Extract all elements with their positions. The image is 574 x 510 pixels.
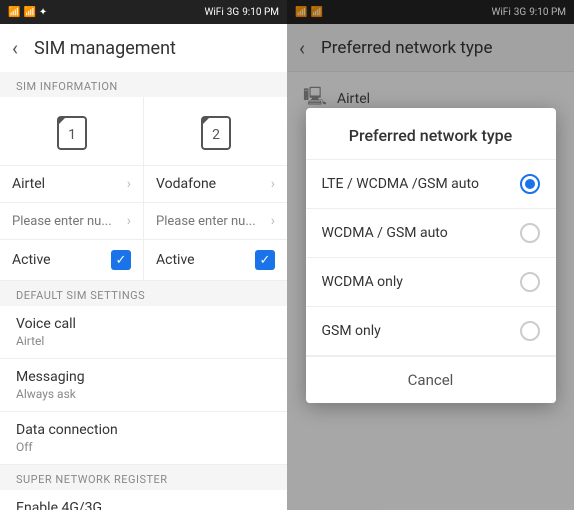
preferred-network-dialog: Preferred network type LTE / WCDMA /GSM …: [306, 108, 556, 403]
super-section-label: SUPER NETWORK REGISTER: [0, 465, 287, 490]
sim-cards-row: 1 2: [0, 97, 287, 166]
sim2-number-item[interactable]: Please enter nu... ›: [144, 203, 287, 240]
option-lte-wcdma-gsm[interactable]: LTE / WCDMA /GSM auto: [306, 160, 556, 209]
sim2-card: 2: [144, 97, 287, 165]
enable-4g-title: Enable 4G/3G: [16, 500, 271, 510]
option-gsm-only-label: GSM only: [322, 323, 381, 339]
radio-gsm-only[interactable]: [520, 321, 540, 341]
messaging-sub: Always ask: [16, 387, 271, 401]
sim2-carrier-label: Vodafone: [156, 176, 216, 192]
data-connection-item[interactable]: Data connection Off: [0, 412, 287, 465]
active-row: Active Active: [0, 240, 287, 281]
voice-call-item[interactable]: Voice call Airtel: [0, 306, 287, 359]
left-status-bar: 📶 📶 ✦ WiFi 3G 9:10 PM: [0, 0, 287, 24]
bluetooth-icon: ✦: [39, 7, 47, 18]
messaging-item[interactable]: Messaging Always ask: [0, 359, 287, 412]
chevron-right-icon4: ›: [271, 213, 275, 229]
option-wcdma-only[interactable]: WCDMA only: [306, 258, 556, 307]
dialog-title: Preferred network type: [306, 108, 556, 160]
radio-wcdma-gsm[interactable]: [520, 223, 540, 243]
enable-4g-item[interactable]: Enable 4G/3G: [0, 490, 287, 510]
option-wcdma-only-label: WCDMA only: [322, 274, 403, 290]
chevron-right-icon: ›: [127, 176, 131, 192]
signal-icon2: 📶: [23, 7, 35, 18]
sim2-icon: 2: [198, 109, 234, 153]
radio-wcdma-only[interactable]: [520, 272, 540, 292]
sim2-number-text: Please enter nu...: [156, 214, 256, 229]
left-panel: 📶 📶 ✦ WiFi 3G 9:10 PM ‹ SIM management S…: [0, 0, 287, 510]
sim2-carrier-item[interactable]: Vodafone ›: [144, 166, 287, 203]
page-title-left: SIM management: [34, 38, 176, 59]
svg-text:2: 2: [212, 127, 220, 143]
right-panel: 📶 📶 WiFi 3G 9:10 PM ‹ Preferred network …: [287, 0, 574, 510]
sim1-active-checkbox[interactable]: [111, 250, 131, 270]
sim1-carrier-item[interactable]: Airtel ›: [0, 166, 144, 203]
sim1-number-item[interactable]: Please enter nu... ›: [0, 203, 144, 240]
sim2-active-checkbox[interactable]: [255, 250, 275, 270]
chevron-right-icon2: ›: [271, 176, 275, 192]
sim1-active-label: Active: [12, 252, 51, 268]
radio-lte-wcdma-gsm[interactable]: [520, 174, 540, 194]
sim1-active-item: Active: [0, 240, 144, 281]
sim-info-section-label: SIM INFORMATION: [0, 72, 287, 97]
data-connection-title: Data connection: [16, 422, 271, 438]
sim2-active-label: Active: [156, 252, 195, 268]
dialog-overlay: Preferred network type LTE / WCDMA /GSM …: [287, 0, 574, 510]
left-header: ‹ SIM management: [0, 24, 287, 72]
default-section-label: DEFAULT SIM SETTINGS: [0, 281, 287, 306]
data-connection-sub: Off: [16, 440, 271, 454]
option-wcdma-gsm[interactable]: WCDMA / GSM auto: [306, 209, 556, 258]
voice-call-sub: Airtel: [16, 334, 271, 348]
sim1-card: 1: [0, 97, 144, 165]
signal-icon: 📶: [8, 7, 20, 18]
option-wcdma-gsm-label: WCDMA / GSM auto: [322, 225, 448, 241]
wifi-icon: WiFi: [204, 7, 223, 18]
voice-call-title: Voice call: [16, 316, 271, 332]
sim2-active-item: Active: [144, 240, 287, 281]
carrier-row: Airtel › Vodafone ›: [0, 166, 287, 203]
number-row: Please enter nu... › Please enter nu... …: [0, 203, 287, 240]
back-button-left[interactable]: ‹: [12, 36, 18, 60]
option-gsm-only[interactable]: GSM only: [306, 307, 556, 356]
sim1-icon: 1: [54, 109, 90, 153]
cancel-button[interactable]: Cancel: [306, 356, 556, 403]
svg-text:1: 1: [68, 127, 76, 143]
network-icon: 3G: [227, 7, 239, 18]
sim1-number-text: Please enter nu...: [12, 214, 112, 229]
time-left: 9:10 PM: [242, 7, 279, 18]
chevron-right-icon3: ›: [127, 213, 131, 229]
sim1-carrier-label: Airtel: [12, 176, 45, 192]
status-bar-right: WiFi 3G 9:10 PM: [204, 7, 279, 18]
status-bar-left: 📶 📶 ✦: [8, 7, 47, 18]
messaging-title: Messaging: [16, 369, 271, 385]
option-lte-wcdma-gsm-label: LTE / WCDMA /GSM auto: [322, 176, 479, 192]
